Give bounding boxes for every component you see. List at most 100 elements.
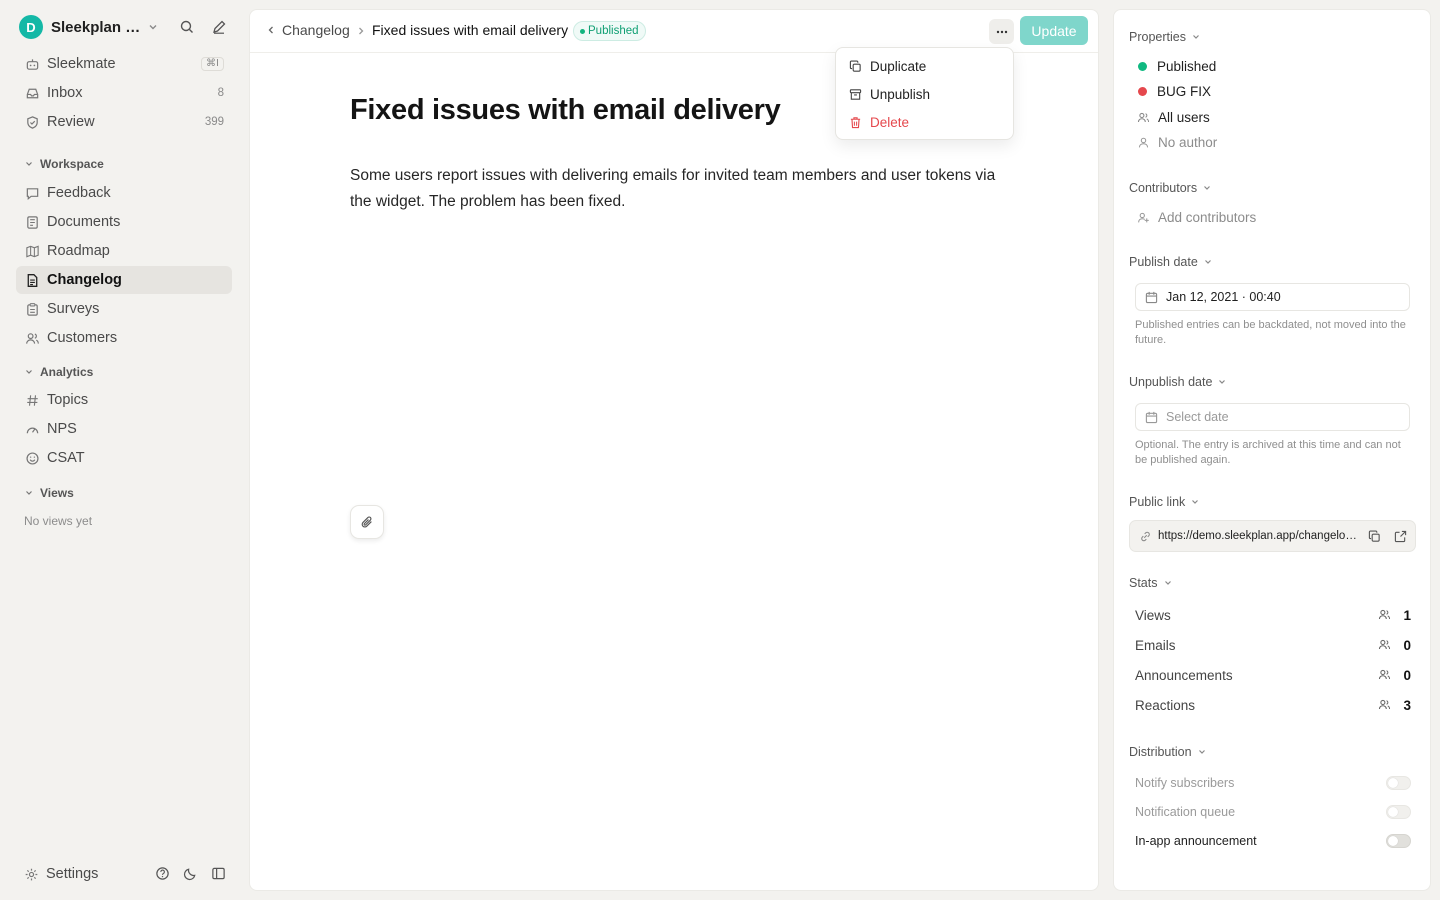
chevron-right-icon [356,26,366,36]
sidebar-item-csat[interactable]: CSAT [16,444,232,472]
breadcrumb-current: Fixed issues with email delivery [372,22,569,38]
inbox-count: 8 [217,87,224,99]
menu-item-unpublish[interactable]: Unpublish [842,81,1008,107]
more-options-button[interactable] [989,19,1014,44]
publish-date-value: Jan 12, 2021 · 00:40 [1166,290,1281,304]
public-link-url[interactable]: https://demo.sleekplan.app/changelog/... [1158,530,1363,542]
workspace-switcher[interactable]: D Sleekplan (Demo) [19,15,239,39]
sidebar-item-topics[interactable]: Topics [16,386,232,414]
sidebar-item-sleekmate[interactable]: Sleekmate ⌘I [16,50,232,78]
menu-item-delete[interactable]: Delete [842,109,1008,135]
author-value: No author [1158,135,1218,150]
menu-item-duplicate[interactable]: Duplicate [842,53,1008,79]
sidebar-item-inbox[interactable]: Inbox 8 [16,79,232,107]
users-icon[interactable] [1378,608,1391,621]
stat-views: Views 1 [1135,605,1411,625]
menu-item-label: Duplicate [870,58,927,74]
section-properties[interactable]: Properties [1129,30,1201,44]
notification-queue-toggle[interactable] [1386,805,1411,819]
shortcut-hint: ⌘I [201,57,224,71]
publish-date-hint: Published entries can be backdated, not … [1135,319,1406,346]
moon-icon[interactable] [182,865,198,881]
section-label: Stats [1129,576,1158,590]
add-contributors-button[interactable]: Add contributors [1136,210,1256,225]
audience-value: All users [1158,110,1210,125]
sidebar-item-customers[interactable]: Customers [16,324,232,352]
sidebar-item-changelog[interactable]: Changelog [16,266,232,294]
stat-value: 1 [1403,607,1411,623]
chevron-down-icon [1198,750,1205,754]
stat-value: 0 [1403,637,1411,653]
toggle-label: Notify subscribers [1135,776,1235,790]
inbox-icon [24,85,40,101]
section-label: Analytics [40,365,94,379]
sidebar-item-review[interactable]: Review 399 [16,108,232,136]
unpublish-date-field[interactable]: Select date [1135,403,1410,431]
section-contributors[interactable]: Contributors [1129,181,1212,195]
users-icon[interactable] [1378,638,1391,651]
paperclip-icon [361,516,372,528]
document-body[interactable]: Some users report issues with delivering… [350,163,1000,215]
publish-date-field[interactable]: Jan 12, 2021 · 00:40 [1135,283,1410,311]
section-views[interactable]: Views [24,486,74,500]
update-button[interactable]: Update [1020,16,1088,45]
sidebar-item-roadmap[interactable]: Roadmap [16,237,232,265]
compose-icon[interactable] [209,17,229,37]
more-options-menu: Duplicate Unpublish Delete [835,47,1014,140]
breadcrumb-back[interactable]: Changelog [266,22,350,38]
sidebar-toggle-icon[interactable] [210,865,226,881]
copy-icon[interactable] [1367,529,1381,543]
review-count: 399 [204,116,224,128]
section-workspace[interactable]: Workspace [24,157,104,171]
sidebar-item-label: Topics [47,392,89,408]
author-property[interactable]: No author [1136,135,1217,150]
section-label: Contributors [1129,181,1198,195]
section-public-link[interactable]: Public link [1129,495,1200,509]
document-title[interactable]: Fixed issues with email delivery [350,94,781,127]
users-icon[interactable] [1378,668,1391,681]
message-icon [24,185,40,201]
chevron-down-icon [1164,581,1171,585]
chevron-down-icon [26,370,32,374]
status-property[interactable]: Published [1136,59,1216,74]
search-icon[interactable] [177,17,197,37]
section-label: Public link [1129,495,1186,509]
sidebar-item-nps[interactable]: NPS [16,415,232,443]
stat-announcements: Announcements 0 [1135,665,1411,685]
smile-icon [24,450,40,466]
external-link-icon[interactable] [1393,529,1407,543]
audience-property[interactable]: All users [1136,110,1210,125]
notification-queue-row: Notification queue [1135,803,1411,821]
attach-button[interactable] [350,505,384,539]
user-icon [1136,136,1150,150]
section-label: Publish date [1129,255,1198,269]
section-publish-date[interactable]: Publish date [1129,255,1213,269]
section-distribution[interactable]: Distribution [1129,745,1207,759]
toggle-label: In-app announcement [1135,834,1257,848]
settings-label: Settings [46,866,99,882]
sidebar-item-label: Sleekmate [47,56,116,72]
section-analytics[interactable]: Analytics [24,365,93,379]
section-stats[interactable]: Stats [1129,576,1173,590]
editor-panel: Changelog Fixed issues with email delive… [249,9,1099,891]
section-unpublish-date[interactable]: Unpublish date [1129,375,1227,389]
sidebar-item-feedback[interactable]: Feedback [16,179,232,207]
book-icon [24,214,40,230]
notify-subscribers-toggle[interactable] [1386,776,1411,790]
properties-panel: Properties Published BUG FIX All users N… [1113,9,1431,891]
help-icon[interactable] [154,865,170,881]
chevron-down-icon [1219,380,1226,384]
in-app-announcement-toggle[interactable] [1386,834,1411,848]
unpublish-date-hint: Optional. The entry is archived at this … [1135,439,1401,466]
sidebar-item-documents[interactable]: Documents [16,208,232,236]
chevron-left-icon [266,25,276,35]
users-icon[interactable] [1378,698,1391,711]
gear-icon [24,867,39,882]
type-property[interactable]: BUG FIX [1136,84,1211,99]
bot-icon [24,56,40,72]
chevron-down-icon [147,21,159,33]
ellipsis-icon [996,30,1007,33]
section-label: Views [40,486,74,500]
sidebar-item-surveys[interactable]: Surveys [16,295,232,323]
menu-item-label: Unpublish [870,86,931,102]
